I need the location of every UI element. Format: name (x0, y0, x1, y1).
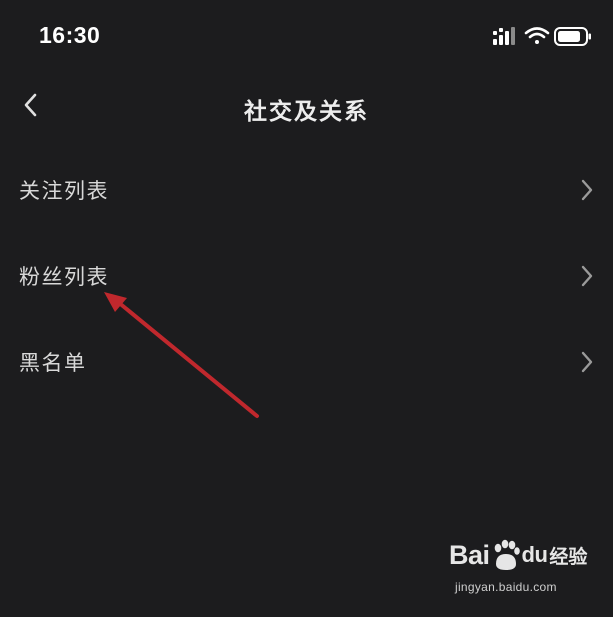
watermark-jingyan-text: 经验 (549, 545, 588, 568)
menu-list: 关注列表 粉丝列表 黑名单 (0, 148, 613, 406)
paw-icon (494, 539, 520, 570)
watermark-bai-text: Bai (449, 539, 490, 570)
chevron-right-icon (581, 265, 593, 287)
wifi-icon (524, 27, 550, 44)
menu-item-following-list[interactable]: 关注列表 (0, 148, 613, 234)
battery-icon (554, 27, 591, 46)
status-icons (493, 25, 593, 49)
menu-item-followers-list[interactable]: 粉丝列表 (0, 234, 613, 320)
page-title: 社交及关系 (244, 99, 369, 125)
menu-item-label: 粉丝列表 (19, 265, 109, 289)
watermark: Bai du 经验 jingyan.baidu.com (449, 533, 589, 605)
watermark-du-text: du (521, 542, 548, 567)
status-time: 16:30 (39, 22, 101, 48)
menu-item-label: 黑名单 (19, 351, 87, 375)
watermark-logo: Bai du 经验 (449, 533, 589, 577)
chevron-right-icon (581, 179, 593, 201)
menu-item-blacklist[interactable]: 黑名单 (0, 320, 613, 406)
nav-bar: 社交及关系 (0, 78, 613, 138)
cellular-signal-icon (493, 27, 515, 45)
status-bar: 16:30 (0, 0, 613, 70)
watermark-url: jingyan.baidu.com (455, 580, 557, 594)
menu-item-label: 关注列表 (19, 179, 109, 203)
chevron-right-icon (581, 351, 593, 373)
